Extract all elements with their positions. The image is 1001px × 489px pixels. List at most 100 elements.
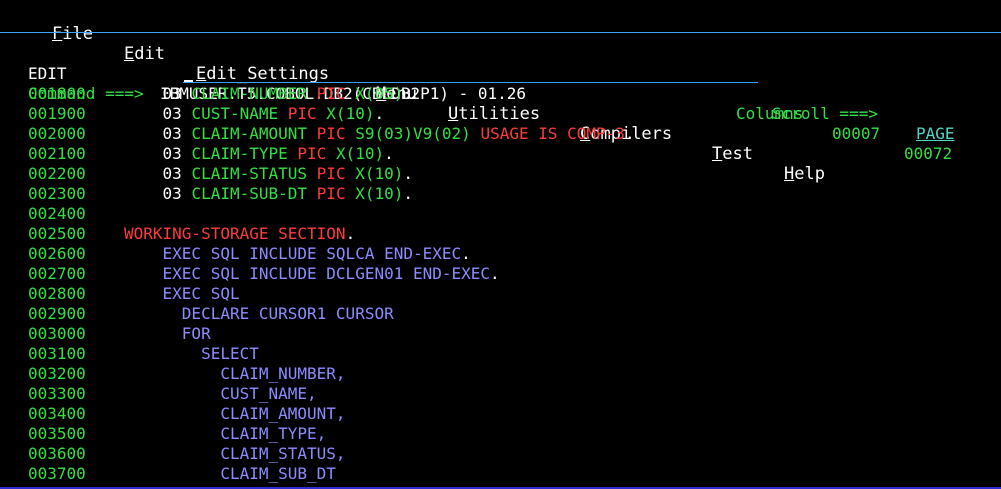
line-number[interactable]: 002700 [28, 264, 86, 284]
code-token: CLAIM_STATUS, [220, 444, 346, 463]
edit-header: EDIT IBMUSER.T5.COBOL.DB2(CBLDB2P1) - 01… [0, 44, 1001, 163]
code-token: X(10) [355, 164, 404, 183]
line-number[interactable]: 002600 [28, 244, 86, 264]
code-token: X(10) [355, 184, 404, 203]
code-token: . [403, 84, 414, 103]
menu-separator [0, 32, 1001, 33]
line-code[interactable]: DECLARE CURSOR1 CURSOR [124, 304, 394, 324]
code-token: CLAIM-TYPE [191, 144, 298, 163]
line-number[interactable]: 003600 [28, 444, 86, 464]
code-token: PIC [316, 164, 356, 183]
code-token: . [345, 224, 356, 243]
line-code[interactable]: CUST_NAME, [124, 384, 317, 404]
line-number[interactable]: 002000 [28, 124, 86, 144]
source-line: 003700 CLAIM_SUB_DT [0, 464, 1001, 484]
line-number[interactable]: 002400 [28, 204, 86, 224]
line-number[interactable]: 002200 [28, 164, 86, 184]
code-token: FOR [181, 324, 211, 343]
menu-file[interactable]: File [52, 24, 93, 44]
line-code[interactable]: 03 CUST-NAME PIC X(10). [124, 104, 385, 124]
code-token: DECLARE CURSOR1 CURSOR [181, 304, 394, 323]
code-token: PIC [316, 124, 356, 143]
code-token: EXEC SQL [162, 284, 240, 303]
code-token: . [624, 124, 635, 143]
code-token: CLAIM_TYPE, [220, 424, 327, 443]
line-number[interactable]: 002500 [28, 224, 86, 244]
line-code[interactable]: 03 CLAIM-STATUS PIC X(10). [124, 164, 413, 184]
source-line: 002100 03 CLAIM-TYPE PIC X(10). [0, 144, 1001, 164]
line-code[interactable]: WORKING-STORAGE SECTION. [124, 224, 355, 244]
code-token: PIC [316, 84, 356, 103]
menu-bar: File Edit Edit_Settings Menu Utilities C… [0, 4, 1001, 184]
menu-file-mnemonic: F [52, 24, 63, 44]
line-code[interactable]: CLAIM_TYPE, [124, 424, 326, 444]
line-code[interactable]: CLAIM_NUMBER, [124, 364, 346, 384]
code-token: X(10) [326, 104, 375, 123]
line-code[interactable]: FOR [124, 324, 211, 344]
code-token: 03 [162, 164, 192, 183]
line-code[interactable]: 03 CLAIM-TYPE PIC X(10). [124, 144, 394, 164]
source-line: 003200 CLAIM_NUMBER, [0, 364, 1001, 384]
line-number[interactable]: 002800 [28, 284, 86, 304]
line-code[interactable]: CLAIM_AMOUNT, [124, 404, 346, 424]
source-line: 002000 03 CLAIM-AMOUNT PIC S9(03)V9(02) … [0, 124, 1001, 144]
line-code[interactable]: CLAIM_SUB_DT [124, 464, 336, 484]
line-number[interactable]: 003400 [28, 404, 86, 424]
code-token: CLAIM-AMOUNT [191, 124, 317, 143]
code-token: CLAIM_AMOUNT, [220, 404, 346, 423]
source-line: 001800 03 CLAIM-NUMBER PIC X(05). [0, 84, 1001, 104]
source-line: 002900 DECLARE CURSOR1 CURSOR [0, 304, 1001, 324]
line-number[interactable]: 002900 [28, 304, 86, 324]
code-token: X(05) [355, 84, 404, 103]
line-number[interactable]: 003500 [28, 424, 86, 444]
line-number[interactable]: 003100 [28, 344, 86, 364]
source-line: 002800 EXEC SQL [0, 284, 1001, 304]
line-number[interactable]: 003200 [28, 364, 86, 384]
code-token: PIC [297, 144, 336, 163]
code-token: . [403, 184, 414, 203]
code-token: CLAIM-STATUS [191, 164, 317, 183]
code-token: . [384, 144, 394, 163]
line-number[interactable]: 001900 [28, 104, 86, 124]
line-number[interactable]: 003300 [28, 384, 86, 404]
line-number[interactable]: 001800 [28, 84, 86, 104]
source-line: 002200 03 CLAIM-STATUS PIC X(10). [0, 164, 1001, 184]
code-token: . [461, 244, 471, 263]
code-token: CUST-NAME [191, 104, 288, 123]
code-token: EXEC SQL INCLUDE SQLCA END-EXEC [162, 244, 462, 263]
code-token: 03 [162, 84, 192, 103]
source-line: 003100 SELECT [0, 344, 1001, 364]
line-code[interactable]: EXEC SQL [124, 284, 240, 304]
line-number[interactable]: 003000 [28, 324, 86, 344]
line-code[interactable]: 03 CLAIM-NUMBER PIC X(05). [124, 84, 413, 104]
source-line: 002600 EXEC SQL INCLUDE SQLCA END-EXEC. [0, 244, 1001, 264]
line-number[interactable]: 002300 [28, 184, 86, 204]
code-token: CUST_NAME, [220, 384, 317, 403]
code-token: WORKING-STORAGE SECTION [124, 224, 346, 243]
source-line: 002400 [0, 204, 1001, 224]
line-code[interactable]: EXEC SQL INCLUDE DCLGEN01 END-EXEC. [124, 264, 500, 284]
code-token: . [403, 164, 414, 183]
line-code[interactable]: 03 CLAIM-SUB-DT PIC X(10). [124, 184, 413, 204]
code-token: CLAIM_NUMBER, [220, 364, 346, 383]
menu-file-label: ile [62, 24, 93, 44]
line-number[interactable]: 002100 [28, 144, 86, 164]
line-code[interactable]: EXEC SQL INCLUDE SQLCA END-EXEC. [124, 244, 471, 264]
code-token: . [490, 264, 500, 283]
source-line: 002500 WORKING-STORAGE SECTION. [0, 224, 1001, 244]
line-code[interactable]: SELECT [124, 344, 259, 364]
line-code[interactable]: CLAIM_STATUS, [124, 444, 346, 464]
command-input[interactable] [183, 66, 758, 83]
line-number[interactable]: 003700 [28, 464, 86, 484]
line-code[interactable]: 03 CLAIM-AMOUNT PIC S9(03)V9(02) USAGE I… [124, 124, 635, 144]
source-line: 002300 03 CLAIM-SUB-DT PIC X(10). [0, 184, 1001, 204]
source-line: 003400 CLAIM_AMOUNT, [0, 404, 1001, 424]
